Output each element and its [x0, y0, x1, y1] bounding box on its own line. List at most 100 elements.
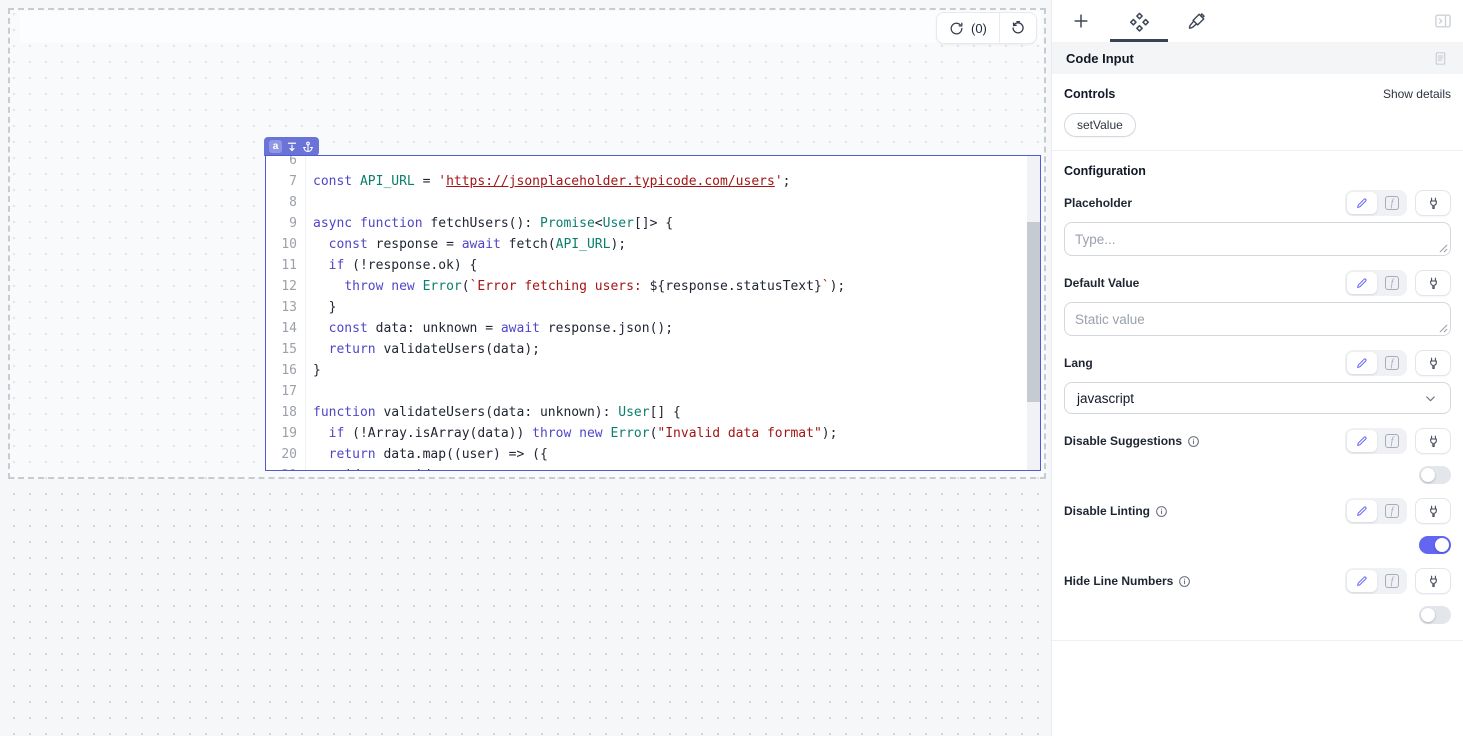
code-line[interactable]: 20 return data.map((user) => ({ — [266, 444, 1027, 465]
code-line[interactable]: 9async function fetchUsers(): Promise<Us… — [266, 213, 1027, 234]
disable-suggestions-toggle[interactable] — [1419, 466, 1451, 484]
code-line[interactable]: 21 id: user.id, — [266, 465, 1027, 471]
line-content: if (!response.ok) { — [306, 255, 477, 276]
widget-handle-badge[interactable]: a — [269, 140, 282, 153]
bind-data-button[interactable] — [1415, 190, 1451, 216]
info-icon[interactable] — [1187, 435, 1200, 448]
pencil-icon — [1355, 574, 1369, 588]
tab-components[interactable] — [1110, 0, 1168, 42]
run-events-button[interactable]: (0) — [937, 13, 999, 43]
tab-add[interactable] — [1052, 0, 1110, 42]
resize-handle-icon[interactable] — [1439, 244, 1448, 253]
fx-icon: f — [1385, 356, 1399, 370]
fx-mode-button[interactable]: f — [1379, 272, 1405, 294]
anchor-icon[interactable] — [302, 141, 314, 153]
static-mode-button[interactable] — [1347, 570, 1377, 592]
fx-mode-button[interactable]: f — [1379, 192, 1405, 214]
lang-select[interactable]: javascript — [1064, 382, 1451, 414]
code-line[interactable]: 12 throw new Error(`Error fetching users… — [266, 276, 1027, 297]
code-line[interactable]: 7const API_URL = 'https://jsonplaceholde… — [266, 171, 1027, 192]
widget-toolbar: a — [264, 137, 319, 156]
fx-mode-button[interactable]: f — [1379, 500, 1405, 522]
placeholder-input[interactable]: Type... — [1064, 222, 1451, 256]
line-number: 19 — [266, 423, 306, 444]
chevron-down-icon — [1423, 391, 1438, 406]
run-status-pill: (0) — [936, 12, 1037, 44]
field-label: Lang — [1064, 356, 1093, 370]
code-line[interactable]: 17 — [266, 381, 1027, 402]
line-content: const response = await fetch(API_URL); — [306, 234, 626, 255]
line-content: return data.map((user) => ({ — [306, 444, 548, 465]
hide-line-numbers-toggle[interactable] — [1419, 606, 1451, 624]
code-lines[interactable]: 67const API_URL = 'https://jsonplacehold… — [266, 155, 1027, 471]
code-line[interactable]: 6 — [266, 155, 1027, 171]
resize-handle-icon[interactable] — [1439, 324, 1448, 333]
field-label-text: Lang — [1064, 356, 1093, 370]
field-default-value: Default Value f Static value — [1064, 270, 1451, 336]
info-icon[interactable] — [1155, 505, 1168, 518]
bind-data-button[interactable] — [1415, 498, 1451, 524]
fx-mode-button[interactable]: f — [1379, 430, 1405, 452]
docs-button[interactable] — [1432, 50, 1449, 67]
code-line[interactable]: 15 return validateUsers(data); — [266, 339, 1027, 360]
tab-styles[interactable] — [1168, 0, 1226, 42]
code-line[interactable]: 8 — [266, 192, 1027, 213]
arrow-down-to-bar-icon[interactable] — [286, 141, 298, 153]
static-mode-button[interactable] — [1347, 352, 1377, 374]
configuration-section: Configuration PlaceholderfType...Default… — [1052, 151, 1463, 654]
value-mode-segment: f — [1345, 270, 1407, 296]
default-value-input[interactable]: Static value — [1064, 302, 1451, 336]
control-chips: setValue — [1064, 113, 1451, 137]
line-content: return validateUsers(data); — [306, 339, 540, 360]
code-line[interactable]: 14 const data: unknown = await response.… — [266, 318, 1027, 339]
bind-data-button[interactable] — [1415, 270, 1451, 296]
line-content: const data: unknown = await response.jso… — [306, 318, 673, 339]
bind-data-button[interactable] — [1415, 568, 1451, 594]
code-line[interactable]: 10 const response = await fetch(API_URL)… — [266, 234, 1027, 255]
line-content: throw new Error(`Error fetching users: $… — [306, 276, 845, 297]
code-scrollbar-thumb[interactable] — [1027, 222, 1040, 402]
code-line[interactable]: 11 if (!response.ok) { — [266, 255, 1027, 276]
widget-title: Code Input — [1066, 51, 1134, 66]
history-button[interactable] — [1000, 13, 1036, 43]
bottom-divider — [1052, 640, 1463, 641]
line-number: 13 — [266, 297, 306, 318]
code-line[interactable]: 18function validateUsers(data: unknown):… — [266, 402, 1027, 423]
line-number: 10 — [266, 234, 306, 255]
line-number: 6 — [266, 155, 306, 171]
editor-canvas[interactable]: (0) a — [0, 0, 1051, 736]
line-number: 14 — [266, 318, 306, 339]
pencil-icon — [1355, 504, 1369, 518]
field-label: Disable Suggestions — [1064, 434, 1200, 448]
line-number: 8 — [266, 192, 306, 213]
show-details-button[interactable]: Show details — [1383, 87, 1451, 101]
static-mode-button[interactable] — [1347, 430, 1377, 452]
pencil-icon — [1355, 356, 1369, 370]
field-lang: Lang f javascript — [1064, 350, 1451, 414]
code-line[interactable]: 13 } — [266, 297, 1027, 318]
static-mode-button[interactable] — [1347, 500, 1377, 522]
pencil-icon — [1355, 434, 1369, 448]
field-label: Hide Line Numbers — [1064, 574, 1191, 588]
code-scrollbar-track[interactable] — [1027, 156, 1040, 470]
line-content: } — [306, 360, 321, 381]
pencil-icon — [1355, 276, 1369, 290]
bind-data-button[interactable] — [1415, 428, 1451, 454]
disable-linting-toggle[interactable] — [1419, 536, 1451, 554]
control-chip-setValue[interactable]: setValue — [1064, 113, 1136, 137]
code-line[interactable]: 19 if (!Array.isArray(data)) throw new E… — [266, 423, 1027, 444]
fx-mode-button[interactable]: f — [1379, 570, 1405, 592]
static-mode-button[interactable] — [1347, 272, 1377, 294]
code-input-widget[interactable]: 67const API_URL = 'https://jsonplacehold… — [265, 155, 1041, 471]
bind-data-button[interactable] — [1415, 350, 1451, 376]
fx-mode-button[interactable]: f — [1379, 352, 1405, 374]
inspector-panel: Code Input Controls Show details setValu… — [1051, 0, 1463, 736]
collapse-panel-button[interactable] — [1433, 11, 1453, 31]
refresh-icon — [949, 21, 964, 36]
line-content: if (!Array.isArray(data)) throw new Erro… — [306, 423, 837, 444]
toggle-knob — [1435, 538, 1449, 552]
field-label: Default Value — [1064, 276, 1139, 290]
static-mode-button[interactable] — [1347, 192, 1377, 214]
info-icon[interactable] — [1178, 575, 1191, 588]
code-line[interactable]: 16} — [266, 360, 1027, 381]
